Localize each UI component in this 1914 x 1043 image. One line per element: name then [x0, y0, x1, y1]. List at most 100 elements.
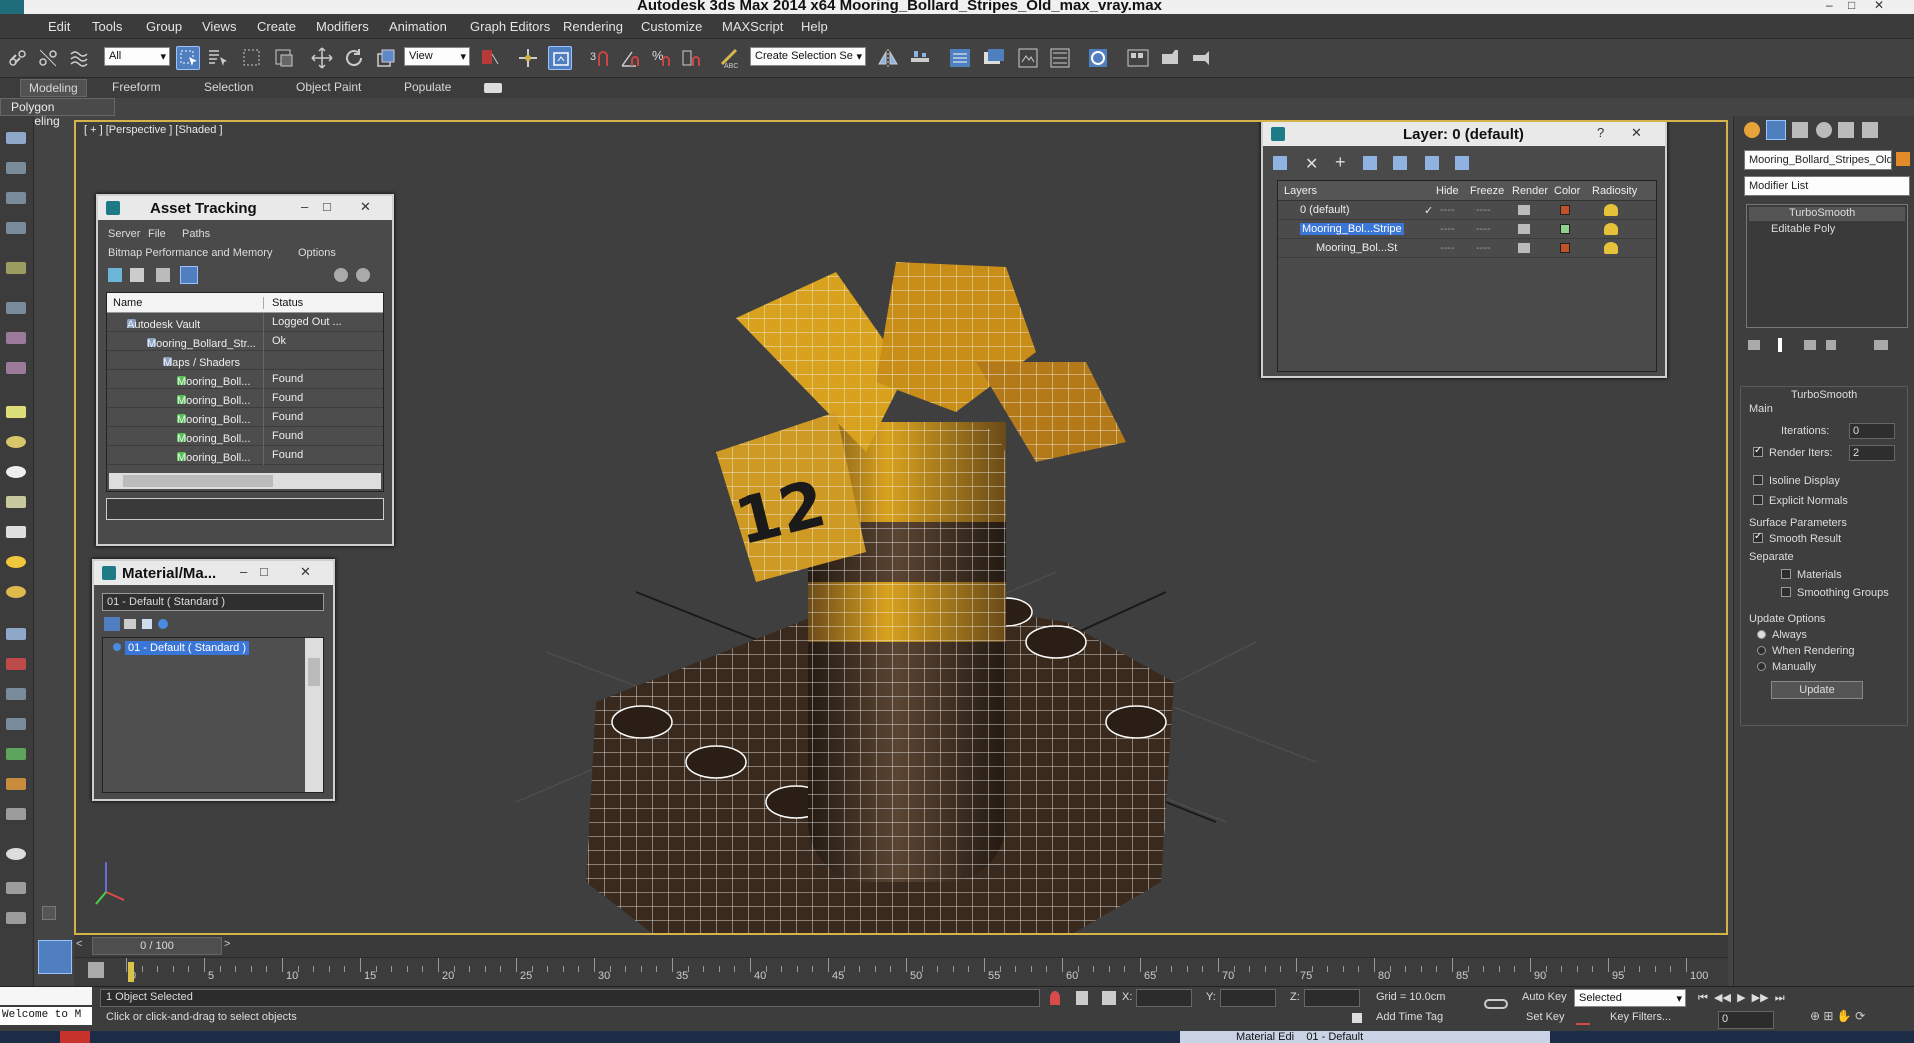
minimize-icon[interactable]: –: [240, 564, 247, 579]
tool-icon-21[interactable]: [6, 778, 26, 790]
select-objects-icon[interactable]: [1363, 156, 1377, 170]
play-icon[interactable]: ▶: [1737, 992, 1745, 1004]
prev-frame-icon[interactable]: <: [76, 938, 90, 954]
hierarchy-tab-icon[interactable]: [1792, 122, 1808, 138]
add-time-tag-icon[interactable]: [1352, 1013, 1362, 1023]
set-key-mode-icon[interactable]: [1484, 999, 1508, 1009]
add-time-tag[interactable]: Add Time Tag: [1376, 1011, 1443, 1023]
menu-animation[interactable]: Animation: [389, 19, 447, 34]
menu-bitmap-performance[interactable]: Bitmap Performance and Memory: [108, 247, 272, 259]
tab-modeling[interactable]: Modeling: [20, 79, 87, 97]
time-slider[interactable]: < 0 / 100 >: [74, 935, 1728, 957]
isoline-display-checkbox[interactable]: Isoline Display: [1753, 475, 1840, 487]
minimize-icon[interactable]: –: [301, 199, 308, 214]
column-status[interactable]: Status: [263, 297, 303, 309]
tool-icon-9[interactable]: [6, 406, 26, 418]
tool-icon-5[interactable]: [6, 262, 26, 274]
render-iters-spinner[interactable]: 2: [1849, 445, 1895, 461]
hide-all-icon[interactable]: [1425, 156, 1439, 170]
tool-icon-6[interactable]: [6, 302, 26, 314]
maxscript-mini-listener[interactable]: [0, 987, 92, 1005]
auto-key-button[interactable]: Auto Key: [1522, 991, 1567, 1003]
manually-radio[interactable]: Manually: [1757, 661, 1816, 673]
key-curve-icon[interactable]: [1576, 1011, 1590, 1025]
tab-freeform[interactable]: Freeform: [112, 80, 161, 94]
column-hide[interactable]: Hide: [1436, 185, 1459, 197]
render-teapot-icon[interactable]: [1518, 243, 1530, 253]
current-frame-field[interactable]: 0: [1718, 1011, 1774, 1029]
hide-toggle[interactable]: ----: [1440, 204, 1455, 216]
render-production-icon[interactable]: [1190, 46, 1214, 70]
reference-coordinate-dropdown[interactable]: View: [404, 47, 470, 66]
tool-icon-17[interactable]: [6, 658, 26, 670]
align-icon[interactable]: [908, 46, 932, 70]
add-to-layer-icon[interactable]: +: [1335, 152, 1346, 173]
mirror-icon[interactable]: [876, 46, 900, 70]
material-browser-titlebar[interactable]: Material/Ma... – □ ✕: [94, 561, 333, 585]
schematic-view-icon[interactable]: [1086, 46, 1110, 70]
view-options-icon[interactable]: [104, 617, 120, 631]
plus-icon[interactable]: [142, 619, 152, 629]
table-row[interactable]: Mooring_Boll... Found: [107, 370, 383, 389]
layer-explorer-icon[interactable]: [948, 46, 972, 70]
remove-modifier-icon[interactable]: [1826, 340, 1836, 350]
close-icon[interactable]: ✕: [300, 564, 311, 580]
asset-path-field[interactable]: [106, 498, 384, 520]
active-layer-check-icon[interactable]: ✓: [1424, 204, 1433, 217]
column-layers[interactable]: Layers: [1284, 185, 1317, 197]
tool-icon-20[interactable]: [6, 748, 26, 760]
materials-checkbox[interactable]: Materials: [1781, 569, 1842, 581]
close-icon[interactable]: ✕: [1874, 0, 1884, 12]
menu-options[interactable]: Options: [298, 247, 336, 259]
menu-paths[interactable]: Paths: [182, 228, 210, 240]
update-button[interactable]: Update: [1771, 681, 1863, 699]
select-and-rotate-icon[interactable]: [342, 46, 366, 70]
table-row[interactable]: Mooring_Boll... Found: [107, 408, 383, 427]
menu-graph-editors[interactable]: Graph Editors: [470, 19, 550, 34]
tool-icon-7[interactable]: [6, 332, 26, 344]
absolute-mode-icon[interactable]: [1102, 991, 1116, 1005]
help-icon[interactable]: ?: [1597, 125, 1604, 140]
polygon-modeling-panel[interactable]: Polygon Modeling: [0, 98, 115, 128]
freeze-toggle[interactable]: ----: [1476, 242, 1491, 254]
angle-snap-icon[interactable]: [618, 46, 642, 70]
y-coordinate-field[interactable]: [1220, 989, 1276, 1007]
pan-icon[interactable]: ✋: [1837, 1009, 1852, 1023]
key-filters-button[interactable]: Key Filters...: [1610, 1011, 1671, 1023]
set-key-button[interactable]: Set Key: [1526, 1011, 1565, 1023]
show-end-result-icon[interactable]: [1778, 338, 1782, 352]
key-mode-dropdown[interactable]: Selected: [1574, 989, 1686, 1007]
goto-end-icon[interactable]: ⏭: [1775, 992, 1785, 1004]
menu-maxscript[interactable]: MAXScript: [722, 19, 783, 34]
menu-modifiers[interactable]: Modifiers: [316, 19, 369, 34]
asset-tracking-titlebar[interactable]: Asset Tracking – □ ✕: [98, 196, 392, 220]
smoothing-groups-checkbox[interactable]: Smoothing Groups: [1781, 587, 1889, 599]
list-view-icon[interactable]: [130, 268, 144, 282]
window-crossing-icon[interactable]: [272, 46, 296, 70]
menu-group[interactable]: Group: [146, 19, 182, 34]
tool-icon-24[interactable]: [6, 882, 26, 894]
stack-item-editable-poly[interactable]: Editable Poly: [1749, 223, 1905, 237]
settings-icon[interactable]: [356, 268, 370, 282]
column-name[interactable]: Name: [113, 297, 142, 309]
tool-icon-8[interactable]: [6, 362, 26, 374]
z-coordinate-field[interactable]: [1304, 989, 1360, 1007]
tool-icon-18[interactable]: [6, 688, 26, 700]
table-row[interactable]: Mooring_Bollard_Str... Ok: [107, 332, 383, 351]
track-bar[interactable]: 0510152025303540455055606570758085909510…: [74, 957, 1728, 989]
tool-icon-11[interactable]: [6, 466, 26, 478]
when-rendering-radio[interactable]: When Rendering: [1757, 645, 1855, 657]
expand-toolbar-icon[interactable]: [42, 906, 56, 920]
maximize-icon[interactable]: □: [260, 564, 268, 579]
horizontal-scrollbar[interactable]: [109, 473, 381, 489]
zoom-icon[interactable]: ⊕: [1810, 1009, 1820, 1023]
iterations-spinner[interactable]: 0: [1849, 423, 1895, 439]
tool-icon-23[interactable]: [6, 848, 26, 860]
rollout-title[interactable]: TurboSmooth: [1791, 389, 1857, 401]
maxscript-listener[interactable]: Welcome to M: [0, 1007, 92, 1025]
modify-tab-icon[interactable]: [1766, 120, 1786, 140]
tool-icon-3[interactable]: [6, 192, 26, 204]
layer-color-swatch[interactable]: [1560, 224, 1570, 234]
selection-lock-icon[interactable]: [1076, 991, 1088, 1005]
radiosity-icon[interactable]: [1604, 204, 1618, 216]
